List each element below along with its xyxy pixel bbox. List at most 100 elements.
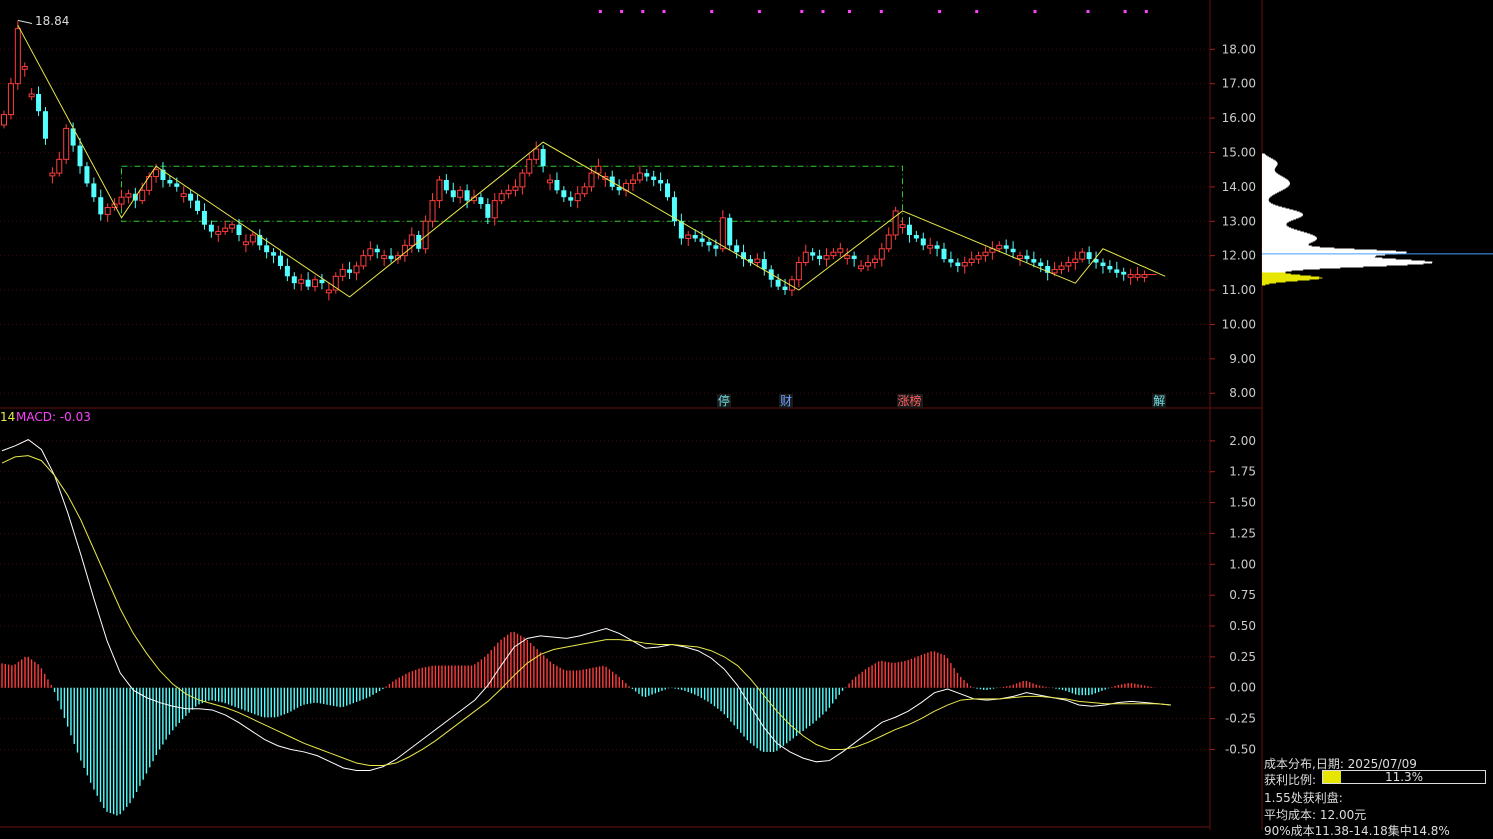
signal-dot <box>1033 10 1037 13</box>
candle <box>727 213 733 251</box>
zigzag-path <box>17 24 1166 298</box>
candle <box>574 186 581 209</box>
candle-body <box>629 179 636 184</box>
candle-body <box>727 217 733 246</box>
signal-dot <box>1086 10 1090 13</box>
macd-tick-label: 1.25 <box>1229 526 1256 540</box>
candle-body <box>665 183 671 198</box>
candle <box>644 168 650 182</box>
candle <box>581 182 588 198</box>
candle <box>1038 258 1044 273</box>
candle-body <box>367 248 374 257</box>
candle <box>319 273 325 290</box>
signal-dot <box>710 10 714 13</box>
candle-body <box>1058 265 1065 270</box>
candle <box>802 244 809 266</box>
candle <box>242 234 249 253</box>
candle-body <box>540 149 546 167</box>
candle <box>1072 251 1079 271</box>
candle-body <box>1079 251 1086 260</box>
candle <box>436 175 443 209</box>
candle <box>7 77 14 120</box>
candle-body <box>644 173 650 177</box>
candle <box>139 182 146 205</box>
price-tick-label: 16.00 <box>1222 111 1256 125</box>
candle <box>609 170 615 191</box>
candle-body <box>678 221 684 239</box>
candle-body <box>360 255 367 267</box>
macd-tick-label: -0.50 <box>1225 742 1256 756</box>
dea-line <box>1 455 1171 767</box>
candle-body <box>775 279 781 287</box>
candle-body <box>636 172 643 181</box>
high-pointer <box>17 19 33 24</box>
macd-label: MACD: -0.03 <box>16 410 91 424</box>
candle <box>353 261 360 281</box>
candle <box>533 141 540 165</box>
candle-body <box>174 183 180 187</box>
macd-tick-label: 2.00 <box>1229 434 1256 448</box>
candle <box>201 203 207 230</box>
event-tag[interactable]: 解 <box>1152 394 1167 408</box>
candle <box>512 179 519 197</box>
candle <box>1141 270 1148 283</box>
candle-body <box>685 234 692 239</box>
signal-dot <box>821 10 825 13</box>
candle-body <box>1031 259 1037 263</box>
candle-body <box>374 248 380 253</box>
candle <box>491 193 498 226</box>
candle-body <box>277 255 283 266</box>
candle-body <box>180 193 187 197</box>
candle <box>920 232 926 251</box>
candle-body <box>7 83 14 116</box>
candle-body <box>305 279 311 287</box>
candle <box>747 254 753 266</box>
consolidation-box <box>121 165 904 222</box>
candle <box>1121 267 1127 281</box>
price-tick-label: 9.00 <box>1229 352 1256 366</box>
candle <box>761 251 767 276</box>
top-signal-markers <box>598 10 1148 13</box>
candle <box>885 227 892 253</box>
candle-body <box>823 255 830 260</box>
candle-body <box>581 186 588 195</box>
signal-dot <box>757 10 761 13</box>
candle <box>864 254 871 271</box>
candle-body <box>505 189 512 195</box>
candle <box>595 158 602 180</box>
candle-body <box>1086 252 1092 260</box>
event-tag[interactable]: 财 <box>779 394 794 408</box>
candle <box>892 206 899 240</box>
candle-body <box>1065 262 1072 267</box>
candle <box>547 174 554 191</box>
candle <box>817 249 823 266</box>
event-tag[interactable]: 涨榜 <box>896 394 923 408</box>
candle-body <box>512 186 519 191</box>
candle <box>498 189 505 205</box>
candle <box>540 144 546 173</box>
candle-body <box>312 279 319 288</box>
candle-body <box>104 207 111 215</box>
candle <box>961 256 968 274</box>
candle-body <box>885 234 892 250</box>
candle <box>913 230 919 242</box>
candle-body <box>927 244 934 249</box>
macd-axis: 2.00 1.75 1.50 1.25 1.00 0.75 0.50 0.25 0.00 -0.2… <box>1210 434 1256 756</box>
candle-body <box>996 244 1003 250</box>
candle-body <box>595 165 602 174</box>
candlestick-series[interactable] <box>1 21 1157 301</box>
candle <box>1058 261 1065 275</box>
event-tag[interactable]: 停 <box>716 394 731 408</box>
candle-body <box>719 217 726 250</box>
candle <box>28 88 35 101</box>
macd-tick-label: -0.25 <box>1225 712 1256 726</box>
stock-chart[interactable]: 18.00 17.00 16.00 15.00 14.00 13.00 12.00 11.00… <box>0 0 1493 830</box>
candle <box>975 251 982 264</box>
candle-body <box>1 114 7 126</box>
candle <box>305 272 311 291</box>
signal-dot <box>598 10 602 13</box>
candle-body <box>851 255 857 260</box>
candle-body <box>526 158 533 174</box>
candle <box>485 198 491 225</box>
candle <box>478 193 484 209</box>
